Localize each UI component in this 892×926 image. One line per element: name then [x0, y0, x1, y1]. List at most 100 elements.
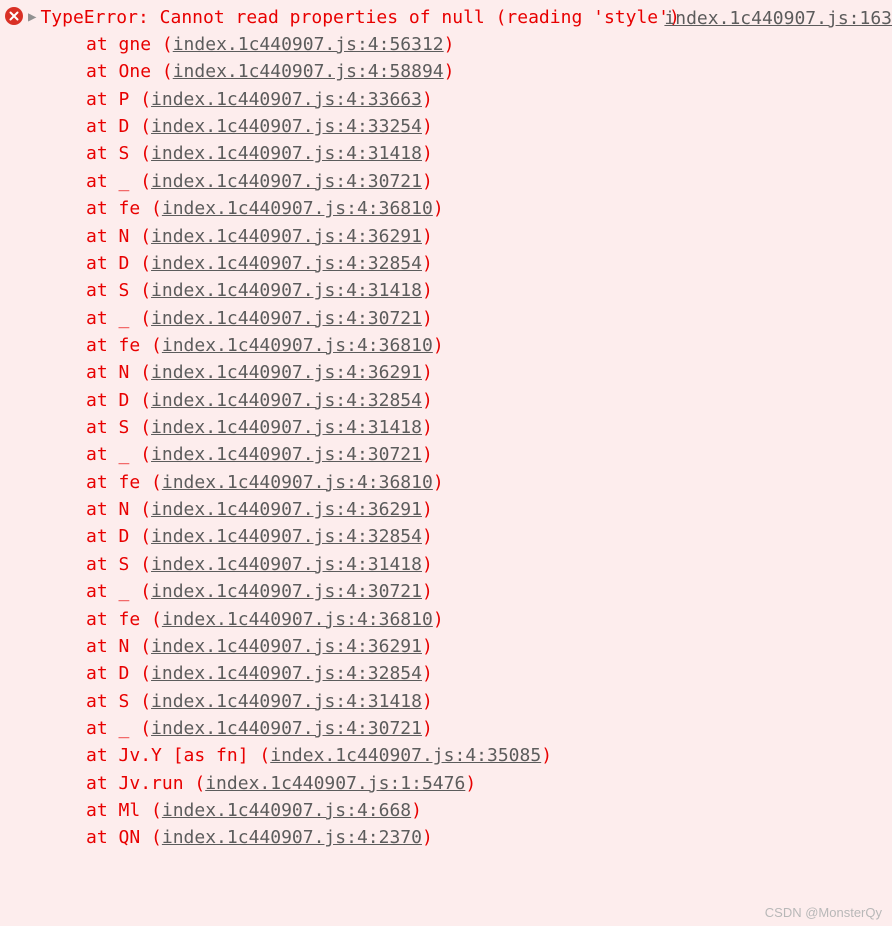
error-source-link[interactable]: index.1c440907.js:163	[664, 8, 892, 29]
stack-source-link[interactable]: index.1c440907.js:4:32854	[151, 253, 422, 274]
stack-source-link[interactable]: index.1c440907.js:4:31418	[151, 417, 422, 438]
stack-frame: at fe (index.1c440907.js:4:36810)	[86, 332, 892, 359]
open-paren: (	[140, 554, 151, 575]
close-paren: )	[422, 171, 433, 192]
stack-frame: at _ (index.1c440907.js:4:30721)	[86, 578, 892, 605]
stack-source-link[interactable]: index.1c440907.js:4:36810	[162, 335, 433, 356]
open-paren: (	[140, 390, 151, 411]
close-paren: )	[422, 636, 433, 657]
stack-source-link[interactable]: index.1c440907.js:4:36810	[162, 198, 433, 219]
stack-frame: at N (index.1c440907.js:4:36291)	[86, 496, 892, 523]
stack-frame: at D (index.1c440907.js:4:32854)	[86, 660, 892, 687]
stack-source-link[interactable]: index.1c440907.js:4:31418	[151, 691, 422, 712]
stack-at-label: at	[86, 691, 119, 712]
stack-frame: at QN (index.1c440907.js:4:2370)	[86, 824, 892, 851]
stack-at-label: at	[86, 198, 119, 219]
open-paren: (	[140, 362, 151, 383]
stack-source-link[interactable]: index.1c440907.js:4:32854	[151, 390, 422, 411]
stack-source-link[interactable]: index.1c440907.js:4:32854	[151, 663, 422, 684]
close-paren: )	[422, 362, 433, 383]
close-paren: )	[465, 773, 476, 794]
stack-function-name: N	[119, 226, 141, 247]
stack-function-name: S	[119, 143, 141, 164]
open-paren: (	[140, 691, 151, 712]
open-paren: (	[140, 143, 151, 164]
close-paren: )	[433, 335, 444, 356]
close-paren: )	[422, 253, 433, 274]
open-paren: (	[140, 280, 151, 301]
stack-at-label: at	[86, 417, 119, 438]
stack-source-link[interactable]: index.1c440907.js:4:36291	[151, 362, 422, 383]
open-paren: (	[140, 499, 151, 520]
stack-source-link[interactable]: index.1c440907.js:4:668	[162, 800, 411, 821]
close-paren: )	[422, 526, 433, 547]
stack-frame: at P (index.1c440907.js:4:33663)	[86, 86, 892, 113]
stack-function-name: N	[119, 362, 141, 383]
stack-source-link[interactable]: index.1c440907.js:4:30721	[151, 444, 422, 465]
stack-at-label: at	[86, 636, 119, 657]
open-paren: (	[140, 171, 151, 192]
stack-at-label: at	[86, 362, 119, 383]
stack-source-link[interactable]: index.1c440907.js:4:36810	[162, 609, 433, 630]
open-paren: (	[140, 663, 151, 684]
expand-triangle-icon[interactable]: ▶	[28, 9, 36, 25]
stack-frame: at S (index.1c440907.js:4:31418)	[86, 140, 892, 167]
stack-frame: at N (index.1c440907.js:4:36291)	[86, 359, 892, 386]
stack-source-link[interactable]: index.1c440907.js:4:58894	[173, 61, 444, 82]
stack-frame: at D (index.1c440907.js:4:33254)	[86, 113, 892, 140]
close-paren: )	[422, 499, 433, 520]
stack-at-label: at	[86, 581, 119, 602]
stack-source-link[interactable]: index.1c440907.js:4:30721	[151, 718, 422, 739]
stack-frame: at _ (index.1c440907.js:4:30721)	[86, 305, 892, 332]
stack-function-name: gne	[119, 34, 162, 55]
stack-source-link[interactable]: index.1c440907.js:4:31418	[151, 554, 422, 575]
stack-source-link[interactable]: index.1c440907.js:4:56312	[173, 34, 444, 55]
close-paren: )	[422, 663, 433, 684]
stack-function-name: Jv.Y [as fn]	[119, 745, 260, 766]
stack-source-link[interactable]: index.1c440907.js:4:36291	[151, 636, 422, 657]
stack-frame: at gne (index.1c440907.js:4:56312)	[86, 31, 892, 58]
console-error-entry: ▶ TypeError: Cannot read properties of n…	[0, 0, 892, 856]
stack-at-label: at	[86, 718, 119, 739]
stack-function-name: S	[119, 691, 141, 712]
stack-source-link[interactable]: index.1c440907.js:4:35085	[270, 745, 541, 766]
stack-frame: at Jv.Y [as fn] (index.1c440907.js:4:350…	[86, 742, 892, 769]
stack-frame: at fe (index.1c440907.js:4:36810)	[86, 469, 892, 496]
open-paren: (	[140, 526, 151, 547]
stack-frame: at One (index.1c440907.js:4:58894)	[86, 58, 892, 85]
open-paren: (	[140, 636, 151, 657]
stack-source-link[interactable]: index.1c440907.js:4:33254	[151, 116, 422, 137]
stack-function-name: One	[119, 61, 162, 82]
stack-source-link[interactable]: index.1c440907.js:1:5476	[205, 773, 465, 794]
open-paren: (	[140, 581, 151, 602]
stack-source-link[interactable]: index.1c440907.js:4:33663	[151, 89, 422, 110]
stack-source-link[interactable]: index.1c440907.js:4:2370	[162, 827, 422, 848]
open-paren: (	[140, 89, 151, 110]
close-paren: )	[422, 308, 433, 329]
stack-function-name: S	[119, 417, 141, 438]
stack-at-label: at	[86, 335, 119, 356]
stack-function-name: Jv.run	[119, 773, 195, 794]
stack-frame: at S (index.1c440907.js:4:31418)	[86, 277, 892, 304]
stack-source-link[interactable]: index.1c440907.js:4:36810	[162, 472, 433, 493]
open-paren: (	[259, 745, 270, 766]
stack-source-link[interactable]: index.1c440907.js:4:30721	[151, 171, 422, 192]
stack-frame: at fe (index.1c440907.js:4:36810)	[86, 195, 892, 222]
stack-source-link[interactable]: index.1c440907.js:4:32854	[151, 526, 422, 547]
stack-source-link[interactable]: index.1c440907.js:4:36291	[151, 226, 422, 247]
open-paren: (	[140, 444, 151, 465]
stack-source-link[interactable]: index.1c440907.js:4:30721	[151, 581, 422, 602]
stack-frame: at _ (index.1c440907.js:4:30721)	[86, 168, 892, 195]
close-paren: )	[422, 581, 433, 602]
stack-function-name: _	[119, 718, 141, 739]
stack-frame: at D (index.1c440907.js:4:32854)	[86, 523, 892, 550]
stack-source-link[interactable]: index.1c440907.js:4:31418	[151, 280, 422, 301]
stack-function-name: S	[119, 554, 141, 575]
stack-source-link[interactable]: index.1c440907.js:4:36291	[151, 499, 422, 520]
stack-at-label: at	[86, 280, 119, 301]
stack-source-link[interactable]: index.1c440907.js:4:30721	[151, 308, 422, 329]
stack-frame: at S (index.1c440907.js:4:31418)	[86, 414, 892, 441]
stack-source-link[interactable]: index.1c440907.js:4:31418	[151, 143, 422, 164]
stack-at-label: at	[86, 554, 119, 575]
close-paren: )	[422, 116, 433, 137]
